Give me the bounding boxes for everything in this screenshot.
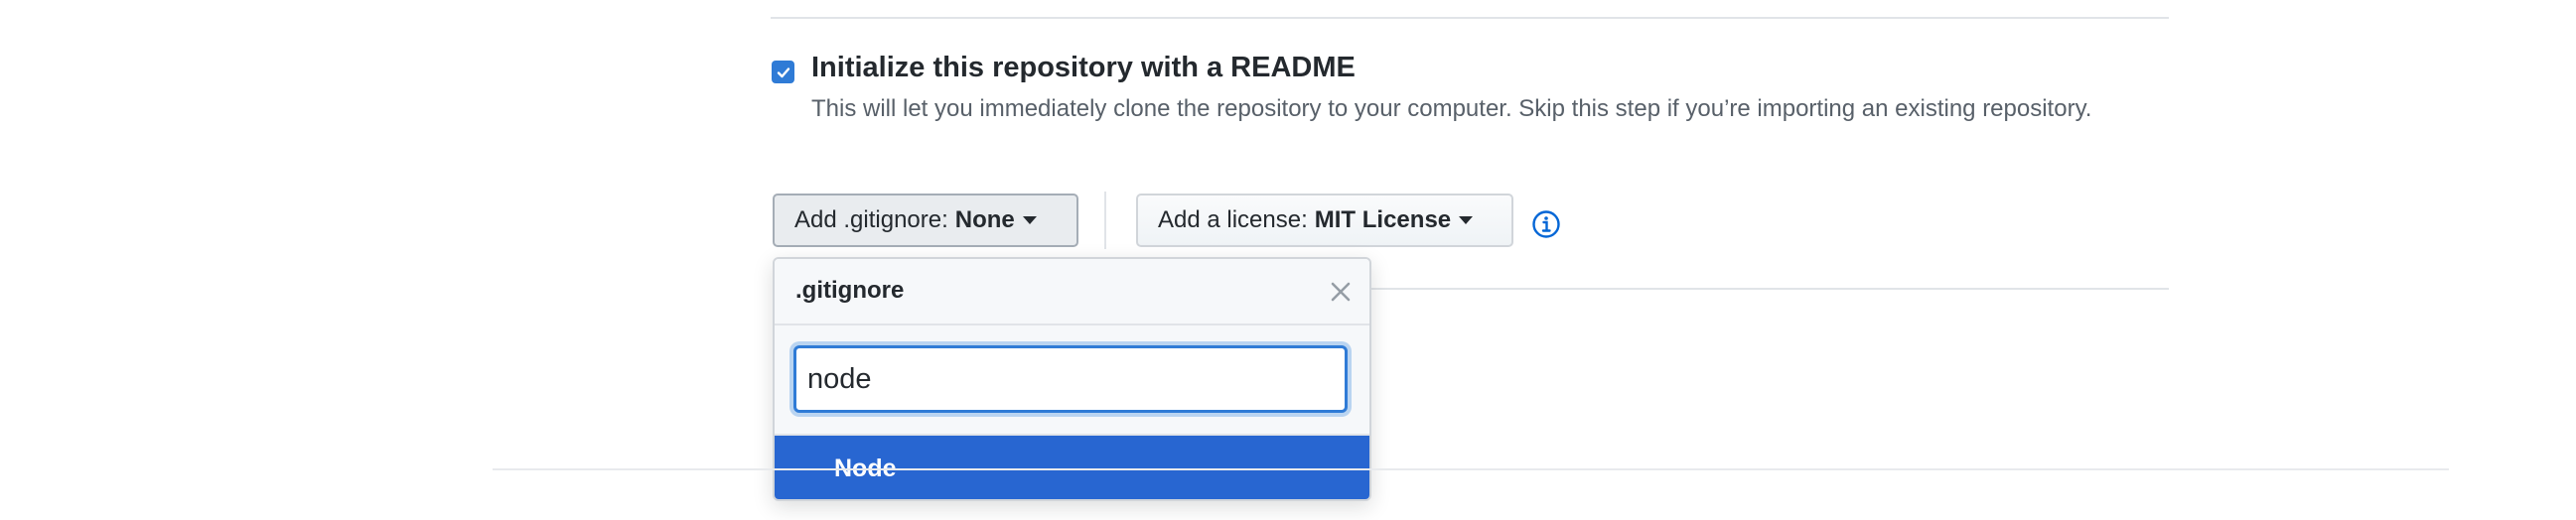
caret-down-icon [1022,216,1037,224]
popover-header: .gitignore [775,259,1369,325]
gitignore-popover: .gitignore Node [773,257,1371,501]
section-divider [493,468,2449,470]
info-icon[interactable] [1531,209,1561,239]
add-license-button[interactable]: Add a license: MIT License [1136,194,1513,247]
new-repository-form: Initialize this repository with a README… [0,0,2576,520]
popover-title: .gitignore [795,277,905,304]
popover-filter [775,325,1369,436]
gitignore-button-value: None [954,206,1015,233]
readme-description: This will let you immediately clone the … [811,95,2092,122]
gitignore-filter-input[interactable] [793,345,1348,413]
license-button-value: MIT License [1314,206,1452,233]
section-divider [771,17,2169,19]
add-gitignore-button[interactable]: Add .gitignore: None [773,194,1078,247]
close-icon[interactable] [1328,279,1354,305]
readme-title: Initialize this repository with a README [811,52,1356,83]
readme-checkbox[interactable] [772,61,794,83]
license-button-label: Add a license: [1158,206,1308,233]
button-divider [1104,192,1106,249]
check-icon [777,66,789,77]
section-divider [1366,288,2169,290]
gitignore-button-label: Add .gitignore: [794,206,948,233]
caret-down-icon [1459,216,1474,224]
